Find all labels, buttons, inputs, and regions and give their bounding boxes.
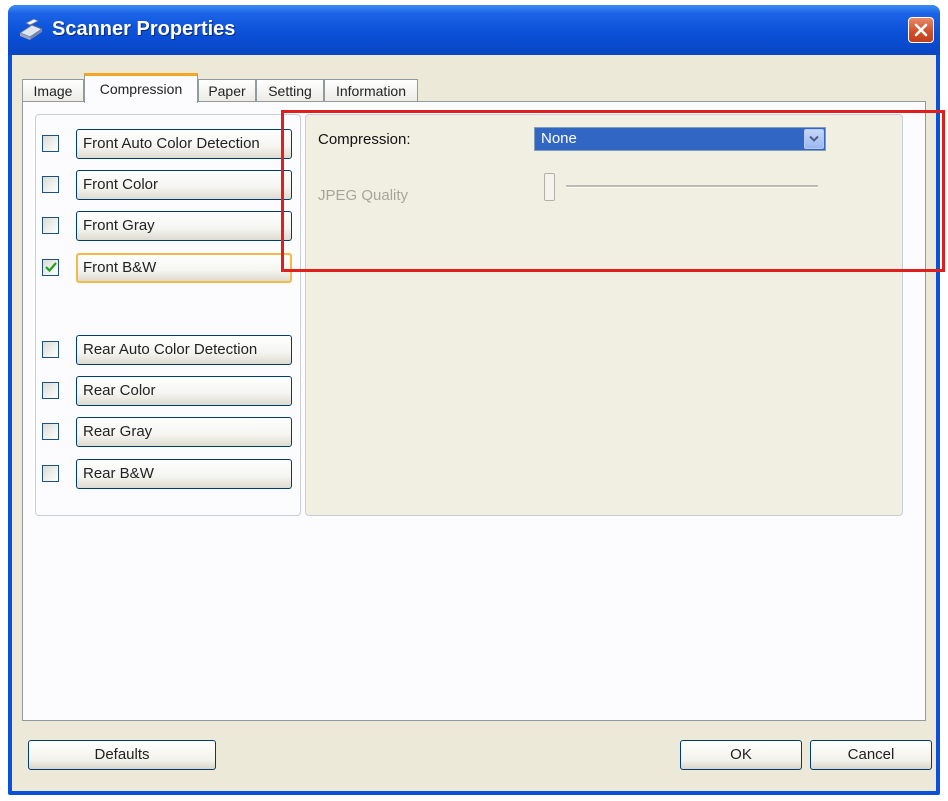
- rear-bw-checkbox[interactable]: [42, 465, 59, 482]
- image-option-row: Front Gray: [42, 211, 294, 241]
- tab-image[interactable]: Image: [22, 79, 84, 101]
- ok-button[interactable]: OK: [680, 740, 802, 770]
- close-icon: [914, 23, 928, 37]
- scanner-icon: [18, 18, 44, 41]
- rear-gray-button[interactable]: Rear Gray: [76, 417, 292, 447]
- front-color-checkbox[interactable]: [42, 176, 59, 193]
- rear-auto-color-detection-checkbox[interactable]: [42, 341, 59, 358]
- image-option-row: Rear Color: [42, 376, 294, 406]
- tab-paper[interactable]: Paper: [198, 79, 256, 101]
- window-title: Scanner Properties: [52, 18, 236, 40]
- front-auto-color-detection-checkbox[interactable]: [42, 135, 59, 152]
- front-auto-color-detection-button[interactable]: Front Auto Color Detection: [76, 129, 292, 159]
- close-button[interactable]: [908, 17, 934, 43]
- tab-setting[interactable]: Setting: [256, 79, 324, 101]
- front-gray-checkbox[interactable]: [42, 217, 59, 234]
- tab-compression[interactable]: Compression: [84, 73, 198, 103]
- front-color-button[interactable]: Front Color: [76, 170, 292, 200]
- image-selection-group: Front Auto Color Detection Front Color F…: [35, 114, 301, 516]
- rear-auto-color-detection-button[interactable]: Rear Auto Color Detection: [76, 335, 292, 365]
- cancel-button[interactable]: Cancel: [810, 740, 932, 770]
- title-bar[interactable]: Scanner Properties: [8, 5, 940, 55]
- image-option-row: Rear Gray: [42, 417, 294, 447]
- image-option-row: Front Color: [42, 170, 294, 200]
- front-bw-button[interactable]: Front B&W: [76, 253, 292, 283]
- rear-bw-button[interactable]: Rear B&W: [76, 459, 292, 489]
- front-bw-checkbox[interactable]: [42, 259, 59, 276]
- front-gray-button[interactable]: Front Gray: [76, 211, 292, 241]
- image-option-row: Front B&W: [42, 253, 294, 283]
- defaults-button[interactable]: Defaults: [28, 740, 216, 770]
- image-option-row: Rear B&W: [42, 459, 294, 489]
- image-option-row: Rear Auto Color Detection: [42, 335, 294, 365]
- rear-gray-checkbox[interactable]: [42, 423, 59, 440]
- image-option-row: Front Auto Color Detection: [42, 129, 294, 159]
- tab-information[interactable]: Information: [324, 79, 418, 101]
- rear-color-button[interactable]: Rear Color: [76, 376, 292, 406]
- checkmark-icon: [45, 262, 57, 273]
- rear-color-checkbox[interactable]: [42, 382, 59, 399]
- annotation-highlight-box: [281, 110, 945, 272]
